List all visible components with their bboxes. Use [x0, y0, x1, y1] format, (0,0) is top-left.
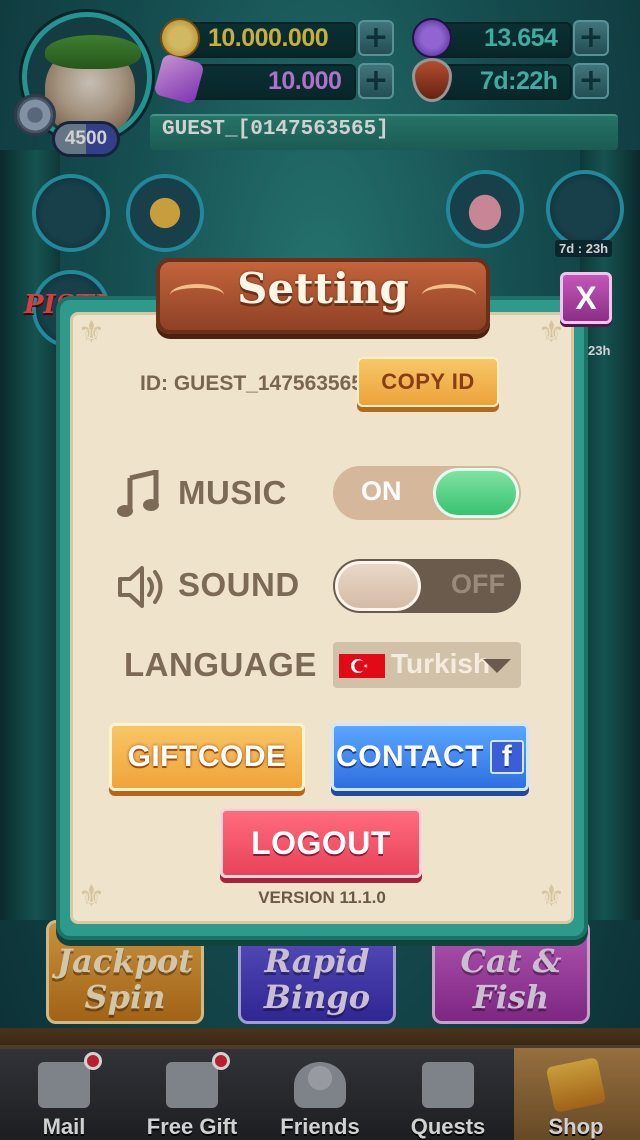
toggle-knob — [433, 468, 519, 518]
language-value: Turkish — [391, 648, 491, 679]
sound-label: SOUND — [178, 566, 300, 603]
toggle-knob — [335, 561, 421, 611]
copy-id-button[interactable]: COPY ID — [357, 357, 499, 407]
music-label: MUSIC — [178, 474, 287, 511]
facebook-icon: f — [489, 740, 524, 774]
giftcode-button[interactable]: GIFTCODE — [109, 723, 305, 791]
sound-state: OFF — [451, 569, 505, 599]
close-button[interactable]: X — [560, 272, 612, 324]
version-text: VERSION 11.1.0 — [258, 888, 386, 907]
music-state: ON — [361, 476, 402, 506]
sound-toggle[interactable]: OFF — [333, 559, 521, 613]
chevron-down-icon — [483, 659, 511, 673]
turkey-flag-icon — [339, 654, 385, 678]
speaker-icon — [118, 564, 168, 610]
contact-label: CONTACT — [336, 740, 484, 773]
contact-button[interactable]: CONTACT f — [331, 723, 529, 791]
language-select[interactable]: Turkish — [333, 642, 521, 688]
corner-ornament-icon: ⚜ — [538, 315, 565, 350]
music-note-icon — [116, 468, 160, 518]
music-toggle[interactable]: ON — [333, 466, 521, 520]
logout-button[interactable]: LOGOUT — [220, 808, 422, 878]
corner-ornament-icon: ⚜ — [78, 315, 105, 350]
modal-title: Setting — [237, 264, 409, 313]
language-label: LANGUAGE — [124, 646, 317, 683]
player-id-text: ID: GUEST_147563565 — [140, 372, 363, 395]
